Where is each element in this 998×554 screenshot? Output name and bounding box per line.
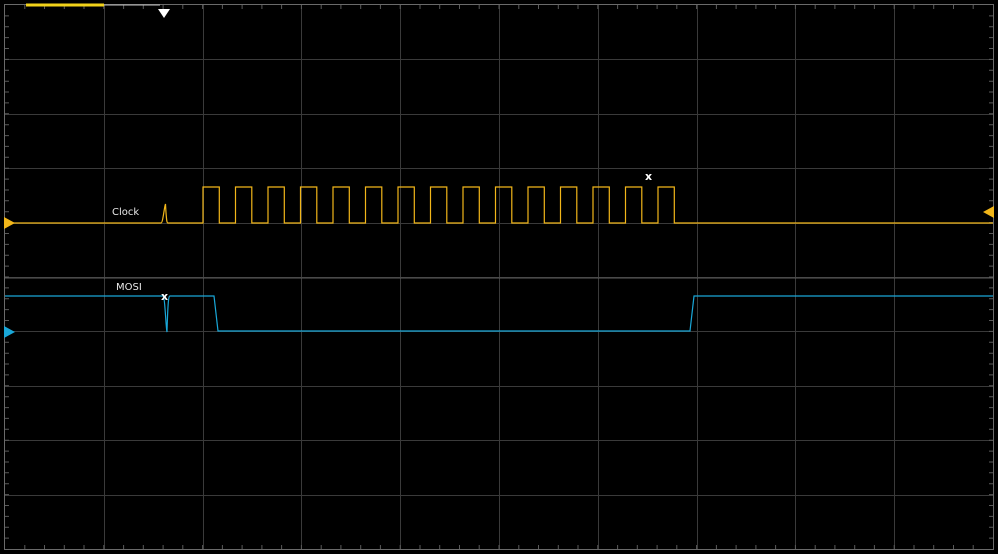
waveform-display	[0, 0, 998, 554]
mosi-channel-label: MOSI	[116, 282, 142, 293]
clock-channel-label: Clock	[112, 207, 140, 218]
mosi-cursor-marker[interactable]: x	[161, 291, 168, 303]
clock-cursor-marker[interactable]: x	[645, 171, 652, 183]
oscilloscope-screen: Clock MOSI x x	[0, 0, 998, 554]
